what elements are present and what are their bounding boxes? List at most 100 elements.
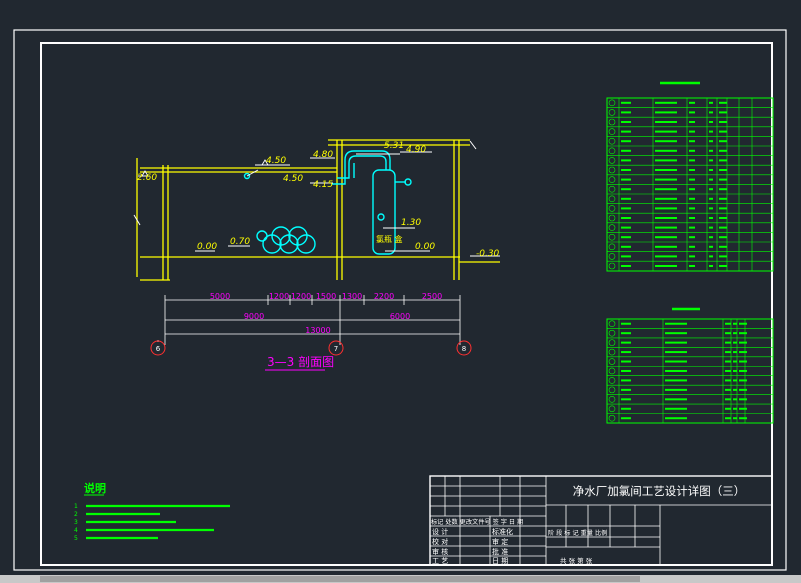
- row-index-marker: [608, 320, 616, 328]
- table-cell-text: [621, 178, 631, 181]
- table-cell-text: [621, 111, 631, 114]
- table-cell-text: [665, 322, 687, 325]
- table-cell-text: [719, 255, 727, 258]
- sign-role: 审 核: [432, 547, 448, 556]
- table-cell-text: [719, 197, 727, 200]
- table-cell-text: [689, 140, 695, 143]
- table-cell-text: [719, 111, 727, 114]
- table-cell-text: [621, 407, 631, 410]
- table-cell-text: [655, 159, 677, 162]
- table-cell-text: [655, 178, 677, 181]
- elevation-label: 4.15: [313, 180, 333, 190]
- row-index-marker: [608, 253, 616, 260]
- table-cell-text: [655, 207, 677, 210]
- table-cell-text: [719, 245, 727, 248]
- row-index-marker: [608, 358, 616, 365]
- table-cell-text: [665, 398, 687, 401]
- row-index-marker: [608, 205, 616, 212]
- dimension-label: 2500: [422, 292, 442, 301]
- elevation-label: 4.50: [266, 156, 286, 166]
- table-cell-text: [709, 226, 713, 229]
- elevation-label: 1.30: [401, 218, 421, 228]
- table-cell-text: [621, 360, 631, 363]
- table-cell-text: [689, 178, 695, 181]
- row-index-marker: [608, 176, 616, 183]
- table-cell-text: [719, 121, 727, 123]
- table-cell-text: [689, 159, 695, 162]
- row-index-marker: [608, 214, 616, 222]
- table-cell-text: [665, 351, 687, 354]
- dimension-label: 1500: [316, 292, 336, 301]
- dimension-label: 5000: [210, 292, 230, 301]
- table-cell-text: [621, 341, 631, 344]
- table-cell-text: [725, 322, 731, 325]
- row-index-marker: [608, 195, 616, 203]
- table-cell-text: [621, 322, 631, 325]
- table-cell-text: [655, 121, 677, 123]
- elevation-label: 2.60: [137, 173, 157, 183]
- row-index-marker: [608, 166, 616, 174]
- table-cell-text: [655, 255, 677, 258]
- stage-row: 阶 段 标 记 重量 比例: [548, 529, 607, 537]
- elevation-label: 0.00: [415, 242, 435, 252]
- table-cell-text: [739, 398, 747, 401]
- row-index-marker: [608, 262, 616, 270]
- cad-drawing-canvas: 2.60 4.50 4.80 4.15 5.31 4.90 4.50 1.30 …: [0, 29, 801, 583]
- table-cell-text: [655, 149, 677, 152]
- row-index-marker: [608, 367, 616, 375]
- table-cell-text: [733, 322, 737, 325]
- table-cell-text: [689, 130, 695, 133]
- table-cell-text: [739, 341, 747, 344]
- row-index-marker: [608, 377, 616, 384]
- elevation-label: 0.70: [230, 237, 250, 247]
- table-cell-text: [665, 379, 687, 382]
- table-cell-text: [709, 149, 713, 152]
- table-cell-text: [621, 369, 631, 372]
- table-cell-text: [733, 379, 737, 382]
- equipment-table-1: [606, 81, 774, 272]
- sign-role: 校 对: [432, 537, 448, 546]
- table-cell-text: [621, 398, 631, 401]
- table-cell-text: [709, 140, 713, 143]
- note-number: 3: [74, 519, 78, 526]
- table-cell-text: [655, 197, 677, 200]
- table-cell-text: [719, 226, 727, 229]
- elevation-label: -0.30: [476, 249, 500, 259]
- table-cell-text: [689, 169, 695, 171]
- table-cell-text: [739, 360, 747, 363]
- table-cell-text: [621, 197, 631, 200]
- table-cell-text: [621, 121, 631, 123]
- table-cell-text: [621, 169, 631, 171]
- table-cell-text: [739, 388, 747, 391]
- note-number: 2: [74, 511, 78, 518]
- table-cell-text: [719, 169, 727, 171]
- table-cell-text: [739, 407, 747, 410]
- table-cell-text: [655, 169, 677, 171]
- scrollbar-thumb[interactable]: [40, 576, 640, 582]
- equipment-table-2: [606, 307, 774, 424]
- table-cell-text: [725, 388, 731, 391]
- table-cell-text: [709, 207, 713, 210]
- table-cell-text: [621, 379, 631, 382]
- sign-role: 设 计: [432, 527, 448, 536]
- row-index-marker: [608, 99, 616, 107]
- axis-label: 6: [156, 345, 161, 353]
- table-cell-text: [665, 407, 687, 410]
- table-cell-text: [665, 388, 687, 391]
- table-cell-text: [621, 236, 631, 239]
- table-cell-text: [621, 245, 631, 248]
- table-cell-text: [719, 140, 727, 143]
- table-cell-text: [733, 369, 737, 372]
- table-cell-text: [689, 265, 695, 267]
- table-cell-text: [689, 121, 695, 123]
- table-cell-text: [689, 188, 695, 191]
- table-cell-text: [709, 245, 713, 248]
- tank-label: 氯瓶 盒: [376, 234, 403, 244]
- axis-label: 7: [334, 345, 338, 353]
- table-cell-text: [621, 351, 631, 354]
- table-cell-text: [655, 130, 677, 133]
- table-cell-text: [621, 149, 631, 152]
- row-index-marker: [608, 233, 616, 241]
- table-cell-text: [719, 207, 727, 210]
- table-cell-text: [719, 101, 727, 104]
